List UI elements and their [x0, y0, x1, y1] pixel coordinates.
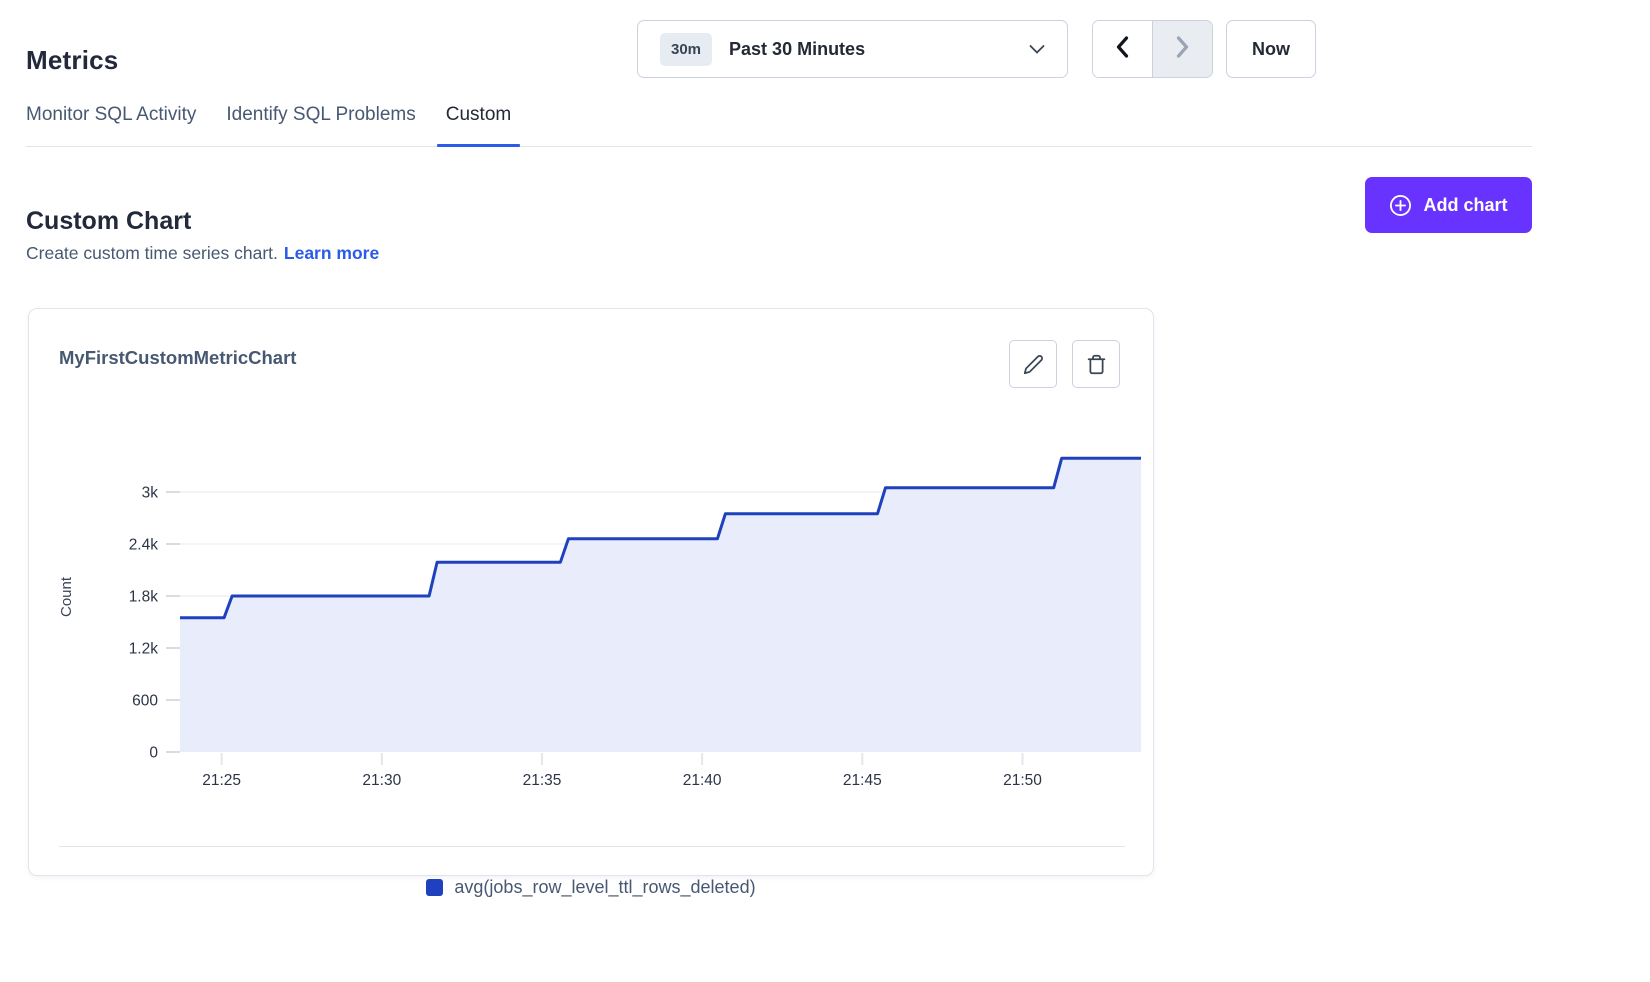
add-chart-label: Add chart — [1423, 195, 1507, 216]
chevron-left-icon — [1116, 36, 1129, 63]
y-axis-tick-label: 1.2k — [129, 641, 159, 658]
tab-bar: Monitor SQL Activity Identify SQL Proble… — [26, 100, 1532, 147]
chevron-right-icon — [1176, 36, 1189, 63]
legend-label: avg(jobs_row_level_ttl_rows_deleted) — [454, 877, 755, 898]
next-time-button[interactable] — [1153, 21, 1212, 77]
plus-circle-icon — [1389, 194, 1412, 217]
learn-more-link[interactable]: Learn more — [284, 243, 379, 263]
duration-badge: 30m — [660, 33, 712, 66]
add-chart-button[interactable]: Add chart — [1365, 177, 1532, 233]
previous-time-button[interactable] — [1093, 21, 1153, 77]
tab-identify-sql-problems[interactable]: Identify SQL Problems — [226, 100, 415, 146]
time-pager — [1092, 20, 1213, 78]
tab-custom[interactable]: Custom — [446, 100, 511, 146]
x-axis-tick-label: 21:25 — [202, 772, 241, 789]
tab-monitor-sql-activity[interactable]: Monitor SQL Activity — [26, 100, 196, 146]
trash-icon — [1086, 354, 1107, 375]
now-button[interactable]: Now — [1226, 20, 1316, 78]
series-area — [180, 458, 1141, 752]
y-axis-tick-label: 3k — [142, 485, 159, 502]
chart-legend: avg(jobs_row_level_ttl_rows_deleted) — [29, 877, 1153, 898]
x-axis-tick-label: 21:50 — [1003, 772, 1042, 789]
chevron-down-icon — [1029, 45, 1045, 54]
x-axis-tick-label: 21:30 — [362, 772, 401, 789]
y-axis-title: Count — [58, 576, 75, 617]
x-axis-tick-label: 21:45 — [843, 772, 882, 789]
time-range-label: Past 30 Minutes — [729, 39, 865, 60]
y-axis-tick-label: 600 — [132, 693, 158, 710]
delete-chart-button[interactable] — [1072, 340, 1120, 388]
section-title: Custom Chart — [26, 207, 191, 236]
page-title: Metrics — [26, 45, 118, 76]
pencil-icon — [1023, 354, 1044, 375]
custom-chart-card: MyFirstCustomMetricChart 0 600 1.2k 1.8k 2.4… — [28, 308, 1154, 876]
y-axis-tick-label: 1.8k — [129, 589, 159, 606]
card-divider — [59, 846, 1125, 847]
section-subtitle: Create custom time series chart. Learn mo… — [26, 243, 379, 264]
edit-chart-button[interactable] — [1009, 340, 1057, 388]
legend-swatch — [426, 879, 443, 896]
time-range-selector[interactable]: 30m Past 30 Minutes — [637, 20, 1068, 78]
x-axis-tick-label: 21:40 — [683, 772, 722, 789]
custom-metric-chart[interactable]: 0 600 1.2k 1.8k 2.4k 3k 21:25 21:30 21:35 21:40 21… — [29, 421, 1153, 801]
subtitle-text: Create custom time series chart. — [26, 243, 278, 263]
x-axis-tick-label: 21:35 — [523, 772, 562, 789]
y-axis-tick-label: 2.4k — [129, 537, 159, 554]
chart-title: MyFirstCustomMetricChart — [59, 347, 296, 369]
y-axis-tick-label: 0 — [149, 745, 158, 762]
